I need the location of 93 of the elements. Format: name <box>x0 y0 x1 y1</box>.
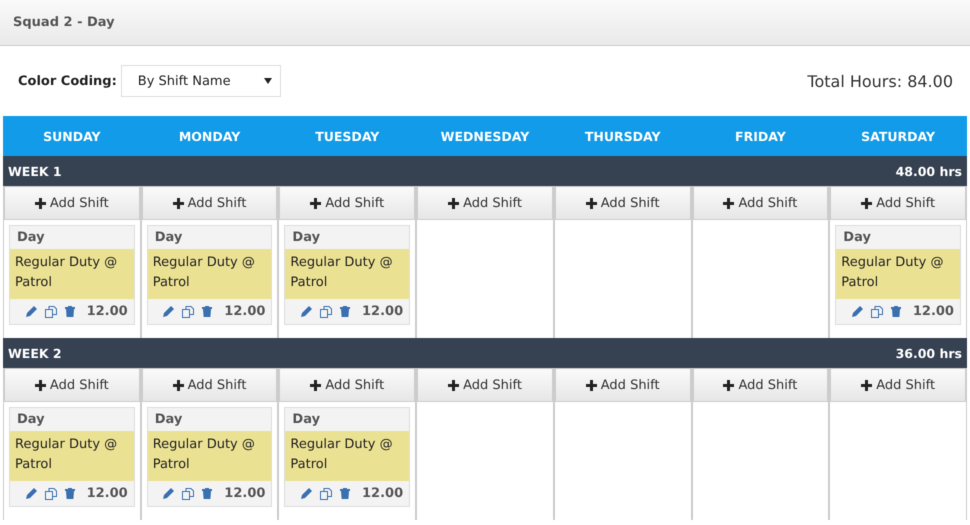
trash-icon[interactable] <box>64 306 75 317</box>
shift-description: Regular Duty @ Patrol <box>148 249 272 299</box>
add-shift-button[interactable]: Add Shift <box>417 186 553 220</box>
shift-description: Regular Duty @ Patrol <box>10 431 134 481</box>
plus-icon <box>448 380 460 390</box>
edit-icon[interactable] <box>26 306 37 317</box>
plus-icon <box>310 198 322 208</box>
plus-icon <box>448 198 460 208</box>
shift-description: Regular Duty @ Patrol <box>148 431 272 481</box>
add-shift-button[interactable]: Add Shift <box>142 186 278 220</box>
plus-icon <box>723 198 734 208</box>
trash-icon[interactable] <box>340 306 350 317</box>
day-header: THURSDAY <box>584 128 662 144</box>
caret-icon <box>264 78 272 84</box>
shift-name: Day <box>842 229 872 247</box>
copy-icon[interactable] <box>44 488 57 500</box>
shift-description: Regular Duty @ Patrol <box>836 249 960 299</box>
shift-card[interactable]: Day Regular Duty @ Patrol 12.00 <box>146 407 272 507</box>
day-header: FRIDAY <box>734 128 787 144</box>
add-shift-button[interactable]: Add Shift <box>4 368 140 402</box>
shift-hours: 12.00 <box>86 304 128 319</box>
shift-card[interactable]: Day Regular Duty @ Patrol 12.00 <box>284 225 410 325</box>
shift-description: Regular Duty @ Patrol <box>10 249 134 299</box>
total-hours: Total Hours: 84.00 <box>807 72 953 90</box>
copy-icon[interactable] <box>320 488 332 500</box>
trash-icon[interactable] <box>202 488 212 499</box>
copy-icon[interactable] <box>870 306 883 318</box>
shift-name: Day <box>291 411 322 429</box>
plus-icon <box>586 380 597 390</box>
trash-icon[interactable] <box>890 306 901 317</box>
day-header: TUESDAY <box>314 128 380 144</box>
trash-icon[interactable] <box>64 488 75 499</box>
add-shift-button[interactable]: Add Shift <box>830 186 966 220</box>
plus-icon <box>34 380 46 390</box>
shift-card[interactable]: Day Regular Duty @ Patrol 12.00 <box>9 407 135 507</box>
plus-icon <box>586 198 597 208</box>
add-shift-button[interactable]: Add Shift <box>554 368 691 402</box>
trash-icon[interactable] <box>340 488 350 499</box>
edit-icon[interactable] <box>852 306 863 317</box>
trash-icon[interactable] <box>202 306 212 317</box>
shift-card[interactable]: Day Regular Duty @ Patrol 12.00 <box>146 225 272 325</box>
copy-icon[interactable] <box>182 306 194 318</box>
edit-icon[interactable] <box>301 488 312 499</box>
add-shift-button[interactable]: Add Shift <box>142 368 278 402</box>
shift-card[interactable]: Day Regular Duty @ Patrol 12.00 <box>9 225 135 325</box>
add-shift-button[interactable]: Add Shift <box>4 186 140 220</box>
copy-icon[interactable] <box>182 488 194 500</box>
shift-hours: 12.00 <box>86 486 128 501</box>
shift-hours: 12.00 <box>224 486 266 501</box>
add-shift-button[interactable]: Add Shift <box>692 186 828 220</box>
shift-hours: 12.00 <box>362 486 404 501</box>
week-hours: 48.00 hrs <box>896 164 962 178</box>
plus-icon <box>861 198 872 208</box>
edit-icon[interactable] <box>26 488 37 499</box>
edit-icon[interactable] <box>163 306 174 317</box>
add-shift-button[interactable]: Add Shift <box>417 368 553 402</box>
shift-hours: 12.00 <box>362 304 404 319</box>
plus-icon <box>172 198 184 208</box>
shift-card[interactable]: Day Regular Duty @ Patrol 12.00 <box>835 225 961 325</box>
shift-description: Regular Duty @ Patrol <box>285 431 410 481</box>
plus-icon <box>723 380 734 390</box>
plus-icon <box>172 380 184 390</box>
plus-icon <box>310 380 322 390</box>
week-label: WEEK 1 <box>8 164 62 178</box>
shift-name: Day <box>291 229 322 247</box>
add-shift-button[interactable]: Add Shift <box>692 368 828 402</box>
shift-card[interactable]: Day Regular Duty @ Patrol 12.00 <box>284 407 410 507</box>
week-hours: 36.00 hrs <box>896 346 962 360</box>
shift-description: Regular Duty @ Patrol <box>285 249 410 299</box>
page-title: Squad 2 - Day <box>13 15 115 30</box>
day-header: WEDNESDAY <box>440 128 530 144</box>
shift-hours: 12.00 <box>912 304 954 319</box>
shift-name: Day <box>154 229 184 247</box>
week-label: WEEK 2 <box>8 346 62 360</box>
day-header: SATURDAY <box>860 128 936 144</box>
copy-icon[interactable] <box>320 306 332 318</box>
add-shift-button[interactable]: Add Shift <box>830 368 966 402</box>
copy-icon[interactable] <box>44 306 57 318</box>
shift-hours: 12.00 <box>224 304 266 319</box>
plus-icon <box>34 198 46 208</box>
add-shift-button[interactable]: Add Shift <box>554 186 691 220</box>
color-coding-dropdown[interactable]: By Shift Name <box>120 65 281 97</box>
shift-name: Day <box>154 411 184 429</box>
day-header: MONDAY <box>178 128 242 144</box>
day-header: SUNDAY <box>42 128 102 144</box>
add-shift-button[interactable]: Add Shift <box>279 186 416 220</box>
edit-icon[interactable] <box>163 488 174 499</box>
plus-icon <box>861 380 872 390</box>
edit-icon[interactable] <box>301 306 312 317</box>
color-coding-label: Color Coding: <box>18 74 117 88</box>
add-shift-button[interactable]: Add Shift <box>279 368 416 402</box>
shift-name: Day <box>16 229 46 247</box>
shift-name: Day <box>16 411 46 429</box>
